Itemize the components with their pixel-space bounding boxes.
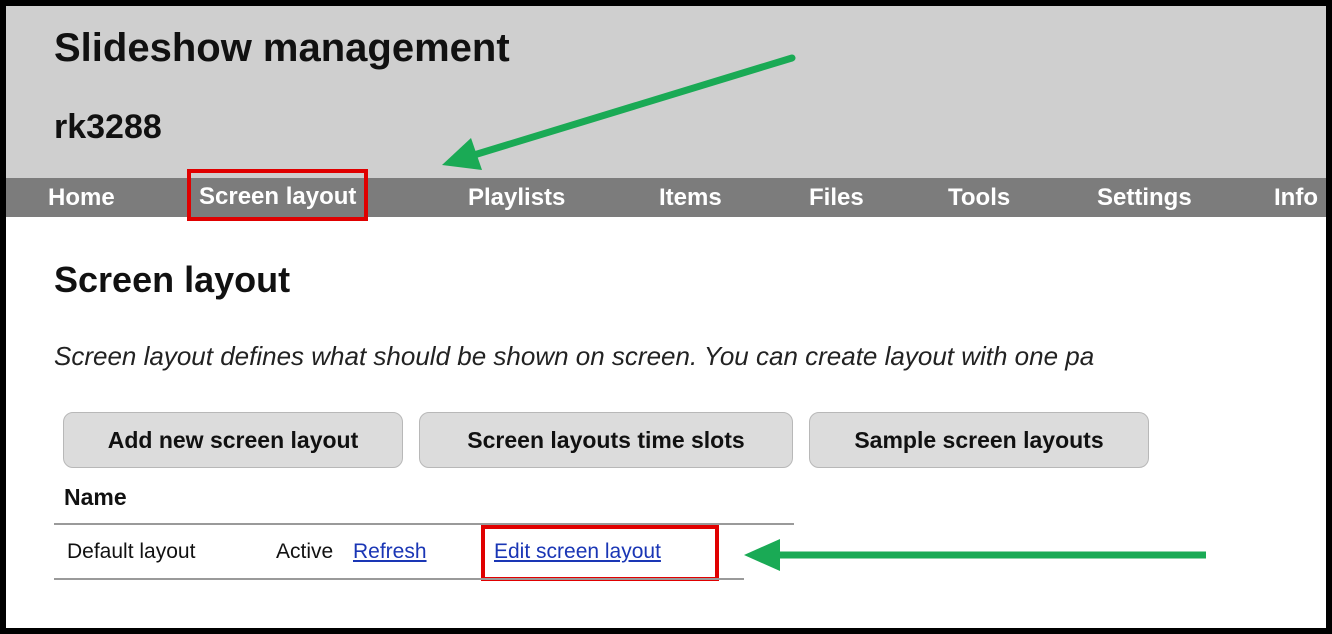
screenshot-frame: Slideshow management rk3288 Home Screen … <box>0 0 1332 634</box>
arrow-to-nav-icon <box>442 54 796 170</box>
arrow-to-edit-link-icon <box>744 539 1206 571</box>
annotation-arrows <box>442 54 1206 571</box>
